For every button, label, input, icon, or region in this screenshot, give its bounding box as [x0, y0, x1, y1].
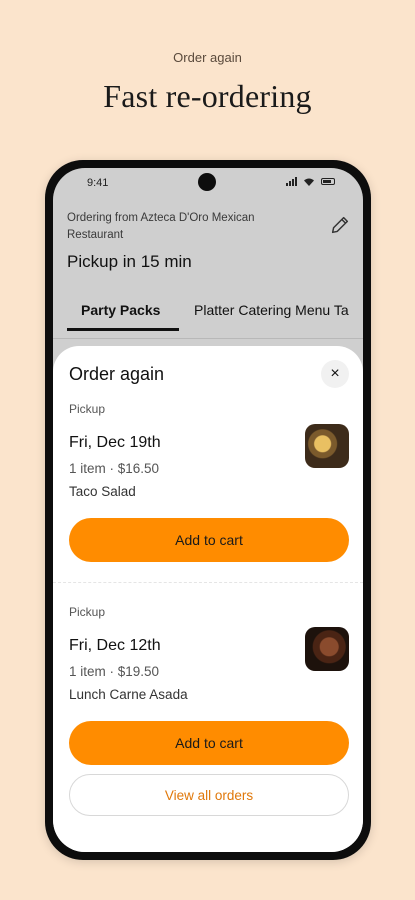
order-date: Fri, Dec 19th [69, 434, 161, 451]
tab-party-packs[interactable]: Party Packs [81, 302, 160, 318]
order-card: Pickup Fri, Dec 19th 1 item · $16.50 Tac… [69, 402, 349, 582]
tab-platter-catering[interactable]: Platter Catering Menu Ta [194, 302, 349, 318]
pencil-icon[interactable] [329, 214, 351, 236]
add-to-cart-button[interactable]: Add to cart [69, 721, 349, 765]
hero-eyebrow: Order again [173, 50, 242, 65]
status-time: 9:41 [87, 177, 109, 189]
wifi-icon [304, 178, 314, 186]
status-bar: 9:41 [53, 168, 363, 196]
order-again-sheet: Order again × Pickup Fri, Dec 19th 1 ite… [53, 346, 363, 852]
order-meta: 1 item · $16.50 [69, 461, 160, 476]
category-tabs: Party Packs Platter Catering Menu Ta [53, 288, 363, 339]
camera-cutout [198, 173, 216, 191]
food-thumbnail [305, 424, 349, 468]
signal-icon [286, 177, 297, 186]
hero-headline: Fast re-ordering [103, 78, 312, 114]
status-icons [286, 177, 335, 186]
order-type: Pickup [69, 605, 106, 619]
pickup-time: Pickup in 15 min [67, 252, 192, 271]
order-item: Taco Salad [69, 484, 136, 499]
active-tab-indicator [67, 328, 179, 331]
battery-icon [321, 178, 335, 185]
phone-screen: 9:41 Ordering from Azteca D'Oro Mexican … [53, 168, 363, 852]
view-all-orders-button[interactable]: View all orders [69, 774, 349, 816]
order-type: Pickup [69, 402, 106, 416]
order-date: Fri, Dec 12th [69, 637, 161, 654]
food-thumbnail [305, 627, 349, 671]
ordering-from-text: Ordering from Azteca D'Oro Mexican Resta… [67, 212, 255, 241]
close-button[interactable]: × [321, 360, 349, 388]
order-divider [53, 582, 363, 583]
order-meta: 1 item · $19.50 [69, 664, 160, 679]
order-item: Lunch Carne Asada [69, 687, 188, 702]
phone-frame: 9:41 Ordering from Azteca D'Oro Mexican … [45, 160, 371, 860]
add-to-cart-button[interactable]: Add to cart [69, 518, 349, 562]
order-card: Pickup Fri, Dec 12th 1 item · $19.50 Lun… [69, 605, 349, 785]
sheet-title: Order again [69, 364, 165, 384]
